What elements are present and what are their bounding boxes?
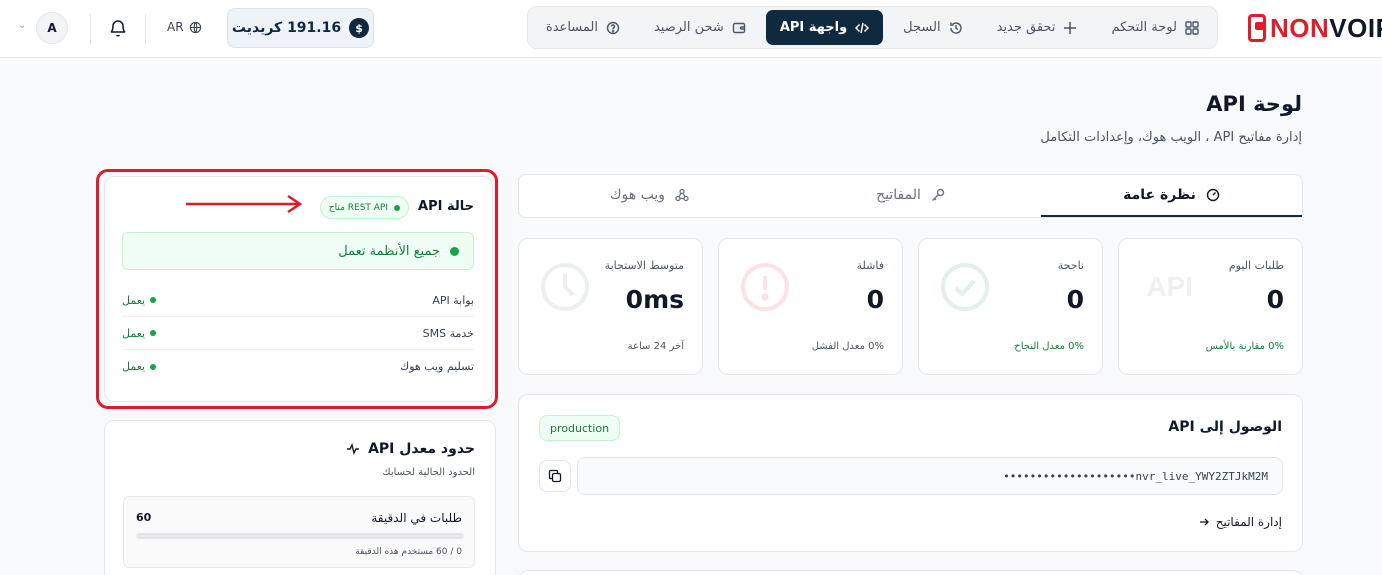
nav-api-label: واجهة API <box>779 20 848 35</box>
wallet-icon <box>732 21 746 35</box>
nav-api[interactable]: واجهة API <box>765 10 884 45</box>
avatar[interactable]: A <box>36 12 68 44</box>
stat-label: متوسط الاستجابة <box>604 259 684 272</box>
stat-label: طلبات اليوم <box>1228 259 1284 272</box>
code-icon <box>855 21 870 35</box>
stat-foot: آخر 24 ساعة <box>627 341 684 352</box>
credit-label: 191.16 كريديت <box>231 20 342 36</box>
globe-icon <box>189 21 201 33</box>
tab-keys[interactable]: المفاتيح <box>780 175 1041 217</box>
rate-limits-title-label: حدود معدل API <box>368 441 475 457</box>
help-icon <box>606 21 620 35</box>
header-divider <box>90 14 91 44</box>
language-switcher[interactable]: AR <box>167 20 202 34</box>
stat-card-failed: فاشلة 0 0% معدل الفشل <box>718 238 903 375</box>
phone-logo-icon <box>1248 14 1266 42</box>
api-tabs: نظرة عامة المفاتيح ويب هوك <box>518 174 1303 218</box>
rate-limit-progress <box>136 533 464 539</box>
stat-value: 0 <box>1066 285 1084 314</box>
tab-overview[interactable]: نظرة عامة <box>1041 175 1302 217</box>
manage-keys-link[interactable]: إدارة المفاتيح <box>1198 515 1282 529</box>
clock-icon <box>541 263 589 311</box>
api-key-field[interactable]: ••••••••••••••••••••nvr_live_YWY2ZTJkM2M <box>577 457 1283 495</box>
nav-top-up[interactable]: شحن الرصيد <box>640 10 760 45</box>
bell-icon[interactable] <box>109 18 127 38</box>
annotation-arrow-icon <box>186 194 303 214</box>
credit-balance[interactable]: $ 191.16 كريديت <box>227 8 374 48</box>
rate-limit-usage: 0 / 60 مستخدم هذه الدقيقة <box>355 547 462 557</box>
environment-badge: production <box>539 415 621 441</box>
api-watermark-icon: API <box>1146 271 1193 302</box>
stat-foot: 0% مقارنة بالأمس <box>1205 341 1284 352</box>
logo[interactable]: NONVOIP <box>1248 12 1382 44</box>
nav-new-verification[interactable]: تحقق جديد <box>983 10 1092 45</box>
stat-foot: 0% معدل النجاح <box>1014 341 1084 352</box>
rate-limits-title: حدود معدل API <box>346 441 475 457</box>
dollar-icon: $ <box>349 18 370 38</box>
activity-icon <box>347 442 360 456</box>
stat-label: فاشلة <box>856 259 884 272</box>
stat-card-successful: ناجحة 0 0% معدل النجاح <box>918 238 1103 375</box>
rate-limits-subtitle: الحدود الحالية لحسابك <box>382 467 475 478</box>
rate-limit-value: 60 <box>136 511 152 524</box>
stat-card-avg-response: متوسط الاستجابة 0ms آخر 24 ساعة <box>518 238 703 375</box>
language-label: AR <box>167 20 184 34</box>
nav-history-label: السجل <box>903 20 941 35</box>
stat-value: 0ms <box>625 285 684 314</box>
logo-text-dark: VOIP <box>1329 12 1382 43</box>
nav-top-up-label: شحن الرصيد <box>653 20 724 35</box>
main-nav: لوحة التحكم تحقق جديد السجل واجهة API شح… <box>527 6 1218 49</box>
stat-label: ناجحة <box>1057 259 1084 272</box>
page-title: لوحة API <box>1206 92 1302 116</box>
tab-webhook-label: ويب هوك <box>610 187 666 203</box>
key-icon <box>931 188 945 201</box>
tab-overview-label: نظرة عامة <box>1123 187 1196 203</box>
header-divider <box>145 14 146 44</box>
page-subtitle: إدارة مفاتيح API ، الويب هوك، وإعدادات ا… <box>1040 130 1302 145</box>
logo-text-red: NON <box>1270 12 1330 43</box>
stat-foot: 0% معدل الفشل <box>811 341 884 352</box>
stat-value: 0 <box>866 285 884 314</box>
nav-history[interactable]: السجل <box>889 10 976 45</box>
nav-new-verification-label: تحقق جديد <box>996 20 1056 35</box>
check-circle-icon <box>941 263 989 311</box>
rate-limit-box: طلبات في الدقيقة 60 0 / 60 مستخدم هذه ال… <box>123 496 475 568</box>
nav-dashboard[interactable]: لوحة التحكم <box>1097 10 1213 45</box>
rate-limit-label: طلبات في الدقيقة <box>371 511 462 525</box>
manage-keys-label: إدارة المفاتيح <box>1215 515 1282 529</box>
history-icon <box>949 21 963 35</box>
tab-keys-label: المفاتيح <box>876 187 921 203</box>
next-card <box>518 570 1303 575</box>
copy-icon <box>548 469 562 483</box>
grid-icon <box>1185 20 1199 35</box>
nav-dashboard-label: لوحة التحكم <box>1111 20 1177 35</box>
nav-help[interactable]: المساعدة <box>532 10 634 45</box>
plus-icon <box>1063 21 1077 35</box>
webhook-icon <box>675 188 689 202</box>
arrow-right-icon <box>1199 518 1209 526</box>
stat-card-requests-today: طلبات اليوم 0 0% مقارنة بالأمس API <box>1118 238 1303 375</box>
top-header: NONVOIP لوحة التحكم تحقق جديد السجل واجه… <box>0 0 1382 58</box>
gauge-icon <box>1206 188 1220 202</box>
nav-help-label: المساعدة <box>545 20 598 35</box>
alert-circle-icon <box>741 263 789 311</box>
rate-limits-card: حدود معدل API الحدود الحالية لحسابك طلبا… <box>104 420 496 575</box>
tab-webhook[interactable]: ويب هوك <box>519 175 780 217</box>
stat-value: 0 <box>1266 285 1284 314</box>
chevron-down-icon[interactable]: ⌄ <box>18 20 26 31</box>
copy-key-button[interactable] <box>539 460 571 492</box>
api-access-title: الوصول إلى API <box>1168 419 1282 435</box>
api-access-card: الوصول إلى API production ••••••••••••••… <box>518 394 1303 552</box>
